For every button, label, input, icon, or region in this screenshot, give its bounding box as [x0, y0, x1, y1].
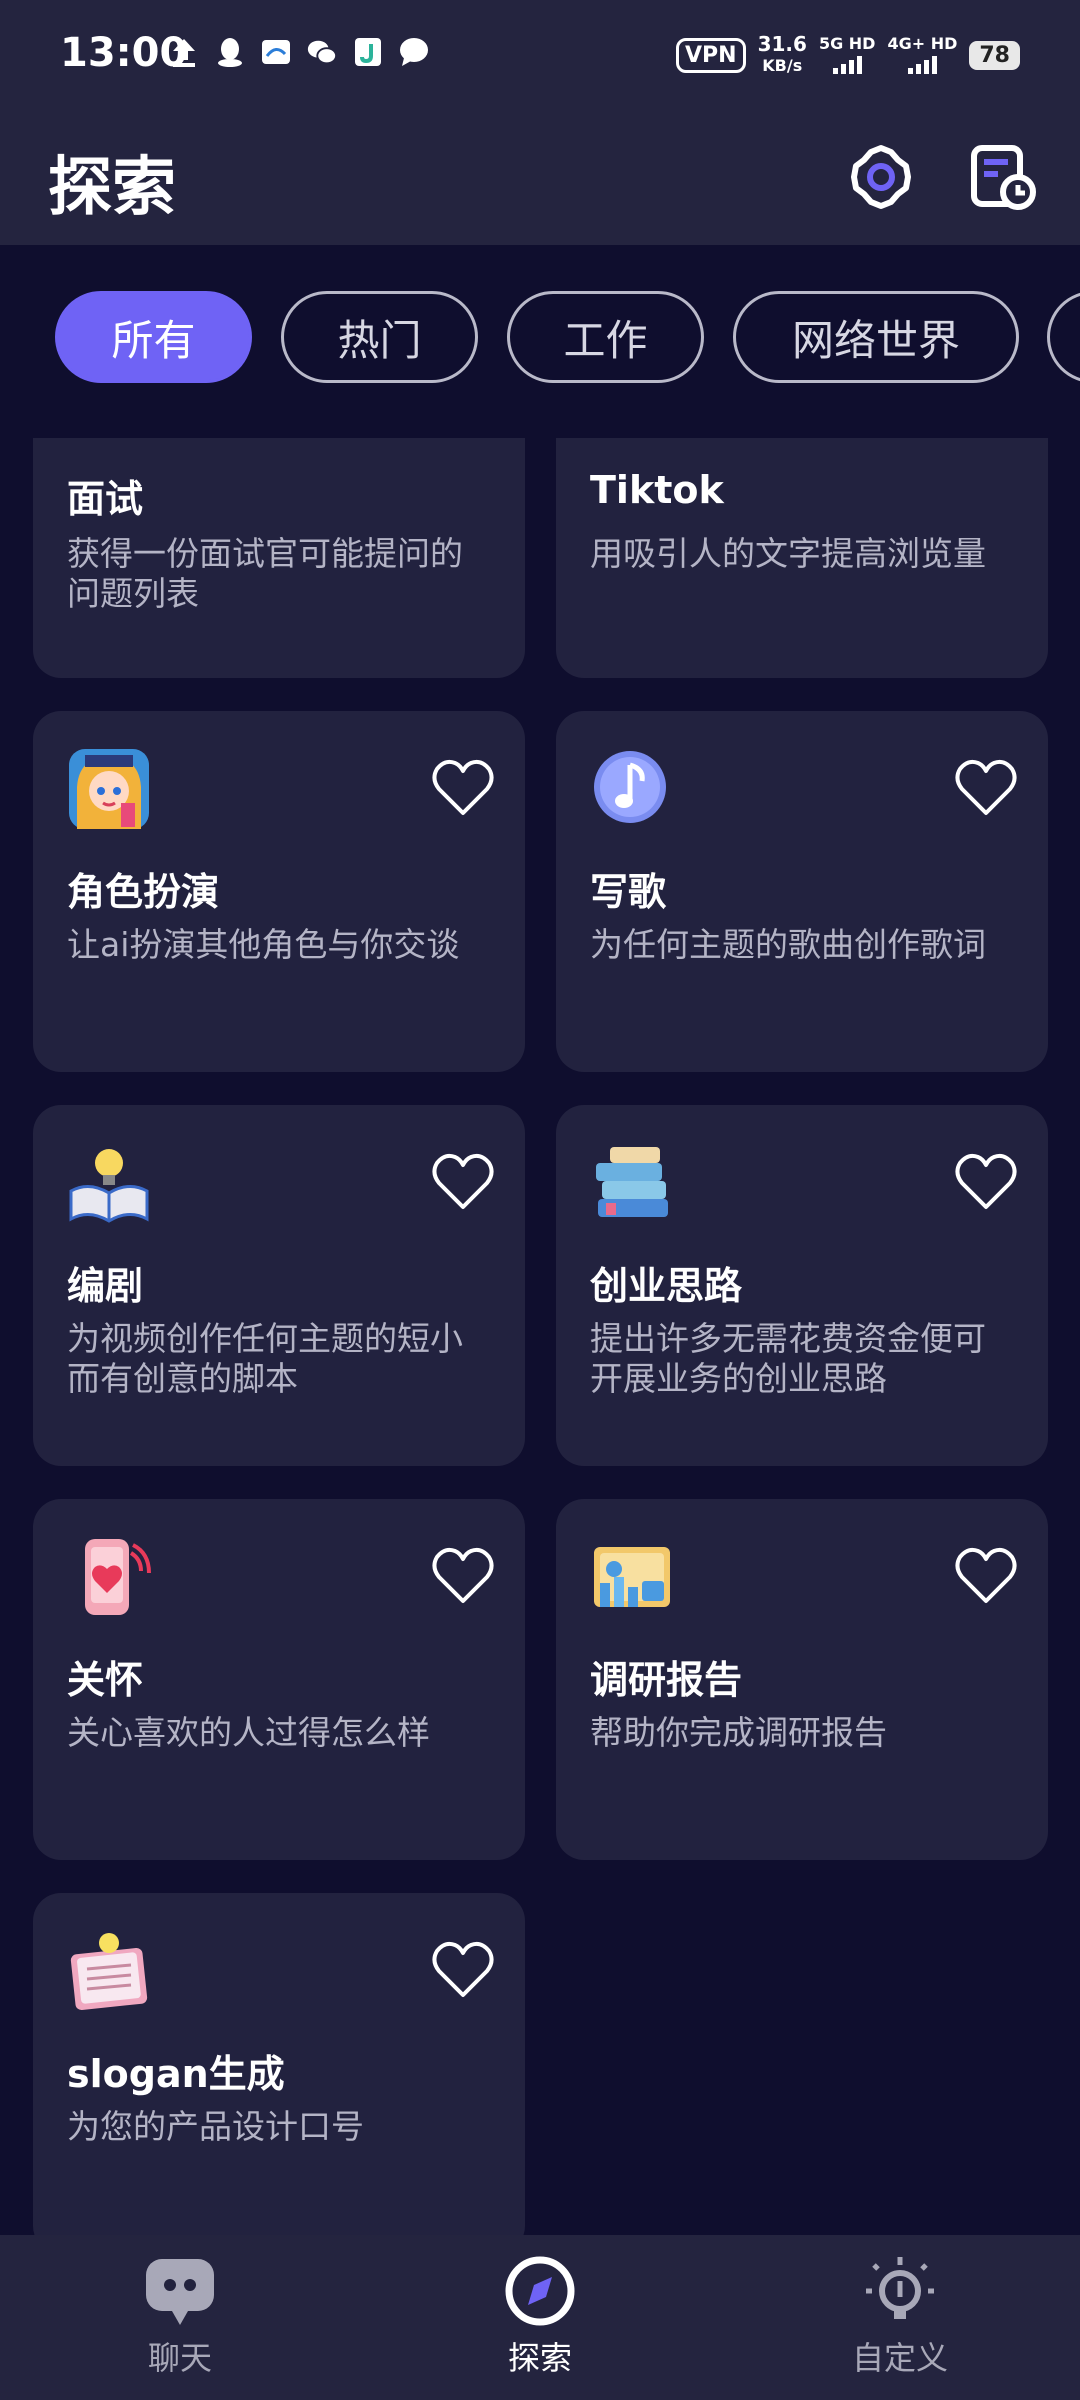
card-screenwriting[interactable]: 编剧 为视频创作任何主题的短小而有创意的脚本 — [33, 1105, 525, 1466]
favorite-heart-icon[interactable] — [954, 759, 1018, 817]
nav-explore[interactable]: 探索 — [440, 2255, 640, 2379]
favorite-heart-icon[interactable] — [431, 1153, 495, 1211]
bottom-navigation: 聊天 探索 自定义 — [0, 2235, 1080, 2400]
card-description: 为您的产品设计口号 — [67, 2107, 364, 2146]
nav-label: 探索 — [507, 2339, 572, 2377]
favorite-heart-icon[interactable] — [431, 759, 495, 817]
qq-icon — [214, 36, 246, 68]
app-icon — [260, 36, 292, 68]
card-roleplay[interactable]: 角色扮演 让ai扮演其他角色与你交谈 — [33, 711, 525, 1072]
assistant-grid: 面试 获得一份面试官可能提问的问题列表 Tiktok 用吸引人的文字提高浏览量 … — [0, 438, 1080, 2235]
card-title: 编剧 — [67, 1264, 144, 1308]
book-bulb-icon — [67, 1141, 151, 1225]
app-j-icon — [352, 36, 384, 68]
status-bar: 13:00 VPN 31.6 KB/s 5G HD 4G+ HD 78 — [0, 0, 1080, 110]
gear-icon — [851, 145, 911, 209]
category-tabs: 所有 热门 工作 网络世界 — [0, 245, 1080, 430]
app-header: 探索 — [0, 110, 1080, 245]
books-stack-icon — [590, 1141, 674, 1225]
card-description: 提出许多无需花费资金便可开展业务的创业思路 — [590, 1319, 986, 1398]
compass-icon — [505, 2256, 575, 2326]
card-description: 让ai扮演其他角色与你交谈 — [67, 925, 460, 964]
card-title: 创业思路 — [590, 1264, 743, 1308]
history-button[interactable] — [966, 140, 1040, 214]
card-slogan[interactable]: slogan生成 为您的产品设计口号 — [33, 1893, 525, 2235]
notebook-bulb-icon — [67, 1929, 151, 2013]
tab-all[interactable]: 所有 — [55, 291, 252, 383]
card-care[interactable]: 关怀 关心喜欢的人过得怎么样 — [33, 1499, 525, 1860]
history-icon — [971, 145, 1036, 210]
card-title: 面试 — [67, 477, 144, 521]
card-songwriting[interactable]: 写歌 为任何主题的歌曲创作歌词 — [556, 711, 1048, 1072]
card-description: 关心喜欢的人过得怎么样 — [67, 1713, 430, 1752]
notification-icons — [168, 36, 430, 68]
message-icon — [398, 36, 430, 68]
wechat-icon — [306, 36, 338, 68]
card-research-report[interactable]: 调研报告 帮助你完成调研报告 — [556, 1499, 1048, 1860]
card-title: 关怀 — [67, 1658, 144, 1702]
nav-label: 聊天 — [147, 2339, 212, 2377]
card-title: 角色扮演 — [67, 870, 220, 914]
battery-indicator: 78 — [969, 40, 1020, 70]
phone-heart-icon — [67, 1535, 151, 1619]
tab-work[interactable]: 工作 — [507, 291, 704, 383]
favorite-heart-icon[interactable] — [954, 1153, 1018, 1211]
favorite-heart-icon[interactable] — [431, 1547, 495, 1605]
card-title: 写歌 — [590, 870, 667, 914]
card-title: slogan生成 — [67, 2052, 285, 2096]
favorite-heart-icon[interactable] — [954, 1547, 1018, 1605]
card-startup-ideas[interactable]: 创业思路 提出许多无需花费资金便可开展业务的创业思路 — [556, 1105, 1048, 1466]
tab-more[interactable] — [1047, 291, 1080, 383]
nav-chat[interactable]: 聊天 — [80, 2255, 280, 2379]
upload-icon — [168, 36, 200, 68]
card-description: 用吸引人的文字提高浏览量 — [590, 534, 986, 573]
lightbulb-icon — [866, 2257, 934, 2319]
tab-popular[interactable]: 热门 — [281, 291, 478, 383]
card-description: 为视频创作任何主题的短小而有创意的脚本 — [67, 1319, 463, 1398]
network-speed: 31.6 KB/s — [757, 32, 807, 75]
status-indicators: VPN 31.6 KB/s 5G HD 4G+ HD 78 — [676, 34, 1020, 76]
vpn-badge: VPN — [676, 37, 746, 73]
chat-bubble-icon — [146, 2259, 214, 2325]
favorite-heart-icon[interactable] — [431, 1941, 495, 1999]
card-description: 为任何主题的歌曲创作歌词 — [590, 925, 986, 964]
card-description: 获得一份面试官可能提问的问题列表 — [67, 534, 463, 613]
tab-internet-world[interactable]: 网络世界 — [733, 291, 1019, 383]
nav-customize[interactable]: 自定义 — [800, 2255, 1000, 2379]
page-title: 探索 — [48, 151, 176, 225]
card-description: 帮助你完成调研报告 — [590, 1713, 887, 1752]
card-tiktok[interactable]: Tiktok 用吸引人的文字提高浏览量 — [556, 438, 1048, 678]
sim2-signal: 4G+ HD — [887, 36, 957, 74]
report-chart-icon — [590, 1535, 674, 1619]
sim1-signal: 5G HD — [819, 36, 875, 74]
princess-avatar-icon — [67, 747, 151, 831]
music-note-icon — [590, 747, 674, 831]
settings-button[interactable] — [844, 140, 918, 214]
nav-label: 自定义 — [851, 2339, 948, 2377]
card-title: Tiktok — [590, 468, 724, 512]
card-interview[interactable]: 面试 获得一份面试官可能提问的问题列表 — [33, 438, 525, 678]
card-title: 调研报告 — [590, 1658, 743, 1702]
